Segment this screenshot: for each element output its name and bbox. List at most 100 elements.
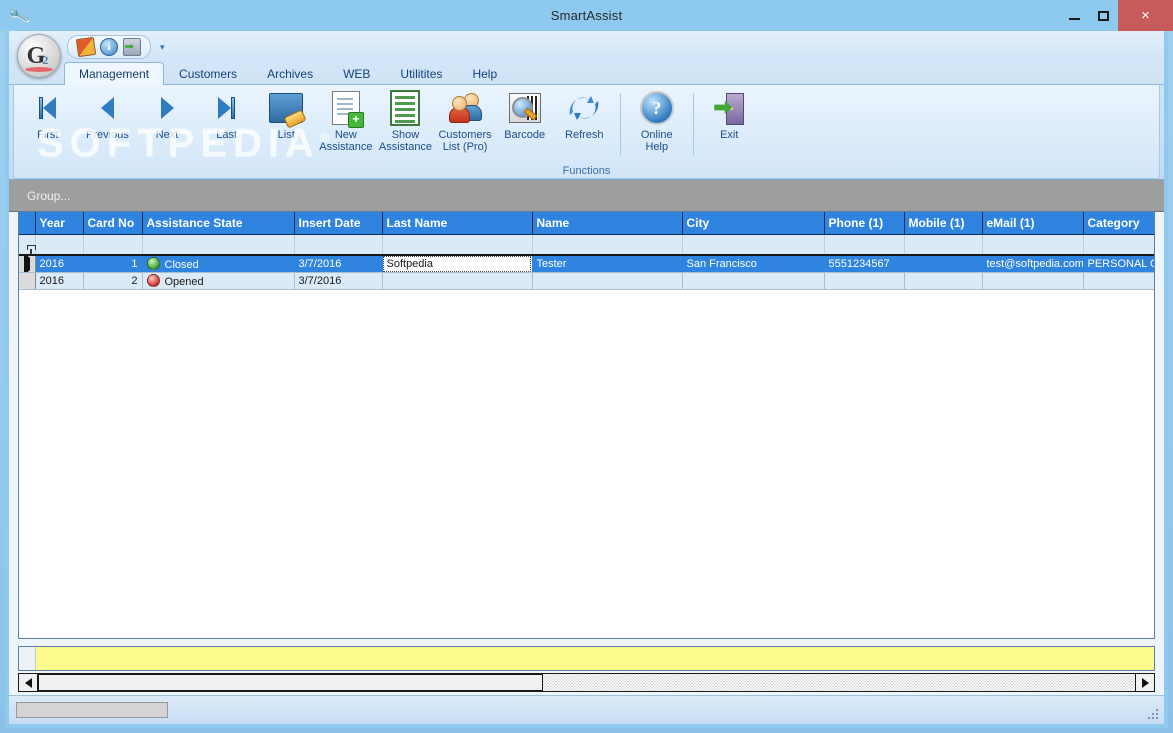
horizontal-scrollbar[interactable] (18, 673, 1155, 692)
tab-customers[interactable]: Customers (164, 62, 252, 85)
window-frame: G2 i ▾ Management Customers Archives WEB… (5, 31, 1168, 728)
help-icon: ? (639, 90, 674, 126)
column-header-last-name[interactable]: Last Name (382, 212, 533, 235)
group-panel[interactable]: Group... (9, 180, 1164, 212)
tab-management[interactable]: Management (64, 62, 165, 85)
cell-category[interactable]: PERSONAL COMPUTE (1083, 255, 1154, 273)
column-header-year[interactable]: Year (35, 212, 84, 235)
exit-button[interactable]: Exit (699, 90, 759, 141)
column-header-city[interactable]: City (682, 212, 825, 235)
filter-cell-phone[interactable] (824, 234, 905, 256)
cell-insert-date[interactable]: 3/7/2016 (294, 272, 383, 290)
next-button[interactable]: Next (137, 90, 197, 141)
cell-category[interactable] (1083, 272, 1154, 290)
first-button[interactable]: First (18, 90, 78, 141)
cell-insert-date[interactable]: 3/7/2016 (294, 255, 383, 273)
refresh-arrows-svg (569, 96, 599, 120)
cell-phone[interactable]: 5551234567 (824, 255, 905, 273)
state-green-icon (146, 257, 160, 270)
application-orb-button[interactable]: G2 (17, 34, 61, 78)
tab-underline (9, 84, 1164, 85)
quick-access-toolbar: G2 i ▾ (9, 31, 1164, 78)
info-icon[interactable]: i (100, 38, 118, 56)
filter-cell-insert-date[interactable] (294, 234, 383, 256)
filter-cell-mobile[interactable] (904, 234, 983, 256)
table-row[interactable]: 2016 2 Opened 3/7/2016 (19, 272, 1154, 290)
column-header-assistance-state[interactable]: Assistance State (142, 212, 295, 235)
column-header-category[interactable]: Category (1083, 212, 1154, 235)
column-header-card-no[interactable]: Card No (83, 212, 143, 235)
column-header-phone[interactable]: Phone (1) (824, 212, 905, 235)
cell-name[interactable] (532, 272, 683, 290)
chevron-down-icon[interactable]: ▾ (160, 42, 165, 53)
cell-city[interactable] (682, 272, 825, 290)
grid-table: Year Card No Assistance State Insert Dat… (19, 212, 1154, 290)
customers-icon (448, 90, 483, 126)
ribbon-separator-1 (620, 93, 621, 155)
cell-last-name[interactable] (382, 272, 533, 290)
cell-mobile[interactable] (904, 272, 983, 290)
cell-year[interactable]: 2016 (35, 255, 84, 273)
tab-utilitites[interactable]: Utilitites (385, 62, 457, 85)
refresh-button-label: Refresh (565, 129, 604, 141)
close-button[interactable]: × (1118, 0, 1173, 31)
new-assistance-button[interactable]: + New Assistance (316, 90, 376, 153)
cell-assistance-state[interactable]: Closed (142, 255, 295, 273)
cell-year[interactable]: 2016 (35, 272, 84, 290)
column-header-insert-date[interactable]: Insert Date (294, 212, 383, 235)
column-header-name[interactable]: Name (532, 212, 683, 235)
previous-button[interactable]: Previous (78, 90, 138, 141)
row-selector[interactable] (19, 255, 36, 273)
cell-phone[interactable] (824, 272, 905, 290)
scrollbar-track[interactable] (38, 674, 1135, 691)
filter-cell-last-name[interactable] (382, 234, 533, 256)
cell-email[interactable] (982, 272, 1084, 290)
first-record-icon (39, 90, 57, 126)
cell-assistance-state[interactable]: Opened (142, 272, 295, 290)
filter-cell-category[interactable] (1083, 234, 1154, 256)
exit-icon (714, 90, 745, 126)
data-grid[interactable]: Year Card No Assistance State Insert Dat… (18, 211, 1155, 639)
last-button[interactable]: Last (197, 90, 257, 141)
grid-filter-row[interactable] (19, 234, 1154, 256)
tab-archives[interactable]: Archives (252, 62, 328, 85)
cell-card-no[interactable]: 2 (83, 272, 143, 290)
column-header-email[interactable]: eMail (1) (982, 212, 1084, 235)
cell-city[interactable]: San Francisco (682, 255, 825, 273)
status-pane (16, 702, 168, 718)
refresh-button[interactable]: Refresh (554, 90, 614, 141)
show-assistance-button[interactable]: Show Assistance (376, 90, 436, 153)
scroll-right-button[interactable] (1135, 674, 1154, 691)
minimize-button[interactable] (1060, 0, 1089, 31)
package-icon[interactable] (75, 36, 97, 58)
quick-access-buttons: i (67, 35, 151, 59)
online-help-button[interactable]: ? Online Help (627, 90, 687, 153)
cell-last-name[interactable]: Softpedia (382, 255, 533, 273)
resize-grip-icon[interactable] (1146, 707, 1161, 722)
scroll-left-button[interactable] (19, 674, 38, 691)
filter-cell-city[interactable] (682, 234, 825, 256)
exit-door-icon[interactable] (123, 38, 141, 56)
tab-help[interactable]: Help (457, 62, 512, 85)
list-button[interactable]: List (256, 90, 316, 141)
filter-cell-email[interactable] (982, 234, 1084, 256)
customers-list-button[interactable]: Customers List (Pro) (435, 90, 495, 153)
cell-name[interactable]: Tester (532, 255, 683, 273)
table-row[interactable]: 2016 1 Closed 3/7/2016 Softpedia Tester … (19, 255, 1154, 273)
cell-email[interactable]: test@softpedia.com (982, 255, 1084, 273)
title-bar: 🔧 SmartAssist × (0, 0, 1173, 31)
cell-card-no[interactable]: 1 (83, 255, 143, 273)
filter-cell-year[interactable] (35, 234, 84, 256)
previous-button-label: Previous (86, 129, 129, 141)
maximize-button[interactable] (1089, 0, 1118, 31)
tab-web[interactable]: WEB (328, 62, 385, 85)
list-button-label: List (277, 129, 295, 141)
scrollbar-thumb[interactable] (38, 674, 543, 691)
barcode-button[interactable]: Barcode (495, 90, 555, 141)
column-header-mobile[interactable]: Mobile (1) (904, 212, 983, 235)
filter-cell-name[interactable] (532, 234, 683, 256)
filter-cell-assistance-state[interactable] (142, 234, 295, 256)
row-selector[interactable] (19, 272, 36, 290)
cell-mobile[interactable] (904, 255, 983, 273)
filter-cell-card-no[interactable] (83, 234, 143, 256)
